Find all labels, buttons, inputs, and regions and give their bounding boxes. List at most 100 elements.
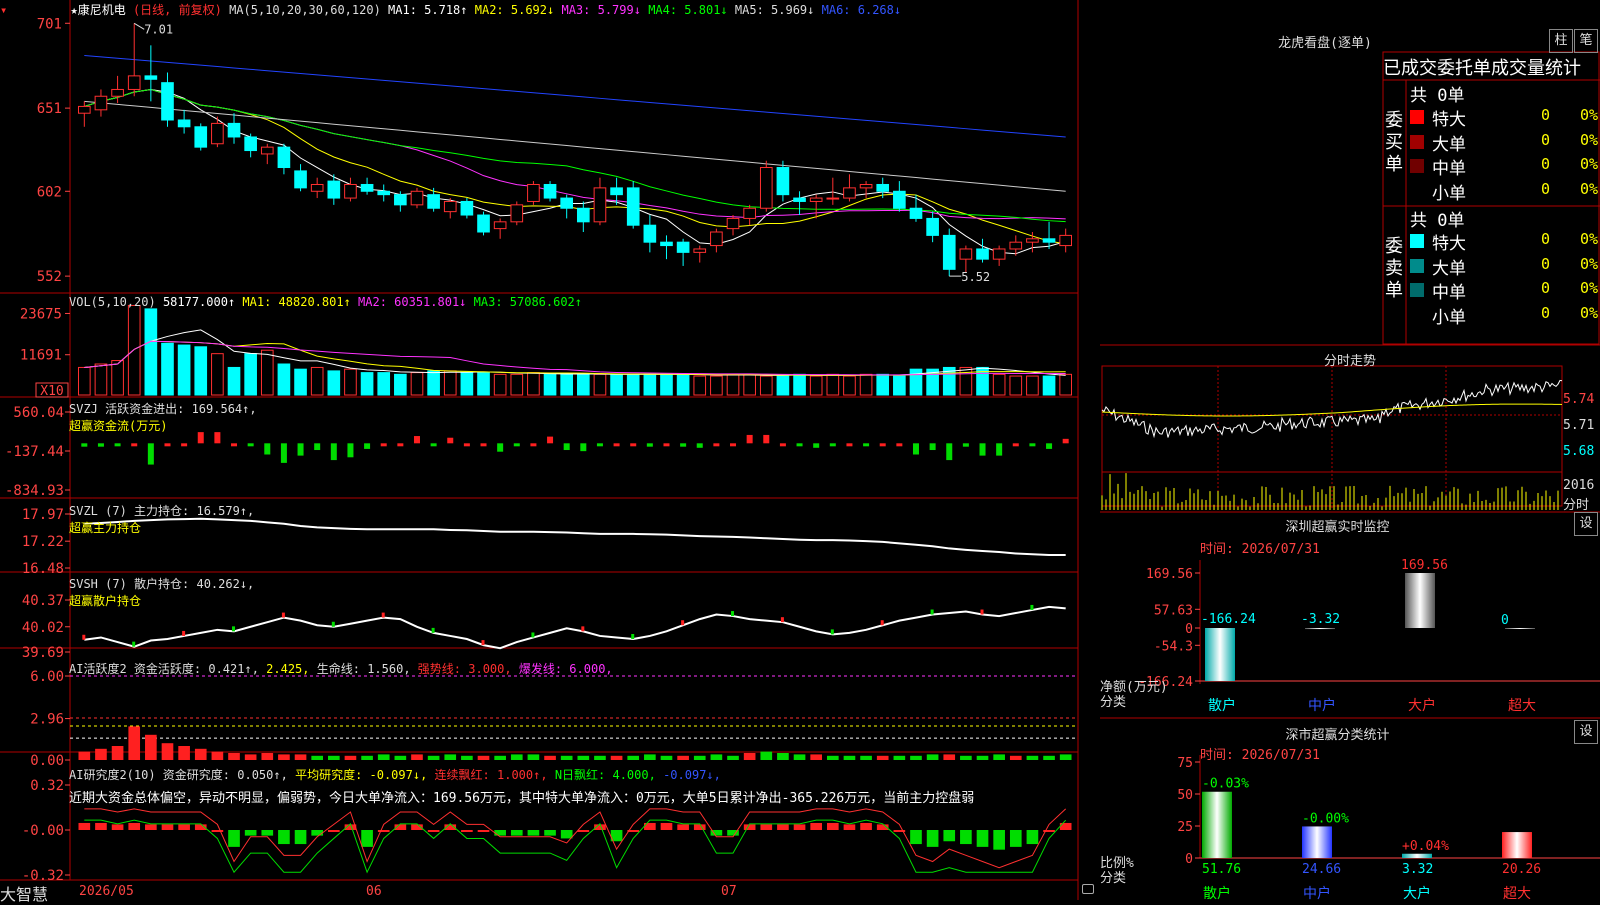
- sz-axis-label: -54.3: [1154, 639, 1193, 654]
- candle: [360, 183, 374, 192]
- stock-name[interactable]: ★康尼机电: [70, 3, 125, 17]
- tick-view-button[interactable]: 笔: [1574, 29, 1598, 53]
- candle: [926, 217, 939, 236]
- ai1-burst: 爆发线: 6.000,: [518, 662, 613, 676]
- ai2-title: AI研究度2(10) 资金研究度: 0.050↑,: [69, 768, 288, 782]
- sell-row-pct: 0%: [1579, 230, 1598, 248]
- volume-bar: [626, 373, 640, 396]
- ai2-avg: 平均研究度: -0.097↓,: [295, 768, 428, 782]
- price-axis-label: 701: [37, 16, 62, 32]
- candle: [394, 194, 407, 206]
- volume-bar: [260, 349, 274, 396]
- svzl-axis-label: 16.48: [22, 561, 64, 577]
- svzj-title: SVZJ 活跃资金进出: 169.564↑,: [69, 402, 257, 416]
- svsh-axis-label: 39.69: [22, 645, 64, 661]
- buy-row-swatch: [1410, 110, 1424, 124]
- activity-bar: [727, 755, 739, 760]
- buy-row-pct: 0%: [1579, 130, 1598, 149]
- svzl-axis-label: 17.97: [22, 507, 64, 523]
- fund-flow-bar: [680, 443, 687, 447]
- retail-tick-mark: [880, 620, 884, 626]
- activity-bar: [577, 755, 590, 760]
- tab-volume[interactable]: 成交量: [1491, 58, 1545, 79]
- activity-bar: [427, 755, 440, 760]
- buy-total: 共 0单: [1410, 86, 1465, 106]
- fund-flow-bar: [646, 443, 653, 447]
- buy-row-name: 中单: [1432, 159, 1466, 179]
- sell-row-count: 0: [1540, 303, 1550, 322]
- cls-date: 时间: 2026/07/31: [1200, 748, 1320, 763]
- candle: [809, 197, 823, 202]
- activity-bar: [793, 754, 806, 760]
- research-bar: [993, 830, 1005, 850]
- activity-bar: [743, 753, 756, 760]
- research-bar: [244, 830, 257, 836]
- candle: [277, 146, 291, 169]
- activity-bar: [228, 753, 240, 760]
- activity-bar: [560, 755, 573, 760]
- fund-flow-bar: [147, 443, 154, 465]
- ai1-axis-label: 0.00: [30, 753, 64, 769]
- retail-tick-mark: [531, 632, 535, 638]
- candle: [743, 207, 756, 219]
- retail-tick-mark: [82, 634, 86, 640]
- sz-settings-button[interactable]: 设: [1574, 512, 1598, 536]
- vol-axis-label: 23675: [20, 306, 62, 322]
- activity-bar: [660, 755, 673, 760]
- fund-flow-bar: [713, 443, 720, 447]
- svsh-axis-label: 40.37: [22, 593, 64, 609]
- sz-category-label: 中户: [1308, 697, 1336, 714]
- intraday-axis-low: 5.68: [1563, 444, 1595, 459]
- sz-value-label: -3.32: [1301, 612, 1340, 627]
- fund-flow-bar: [97, 443, 104, 447]
- candle: [410, 190, 424, 206]
- main-header: ▾ ★康尼机电 (日线, 前复权) MA(5,10,20,30,60,120) …: [0, 1, 901, 18]
- candle: [942, 234, 956, 270]
- research-bar: [793, 824, 806, 830]
- candle: [826, 197, 840, 200]
- candle: [161, 82, 174, 121]
- volume-bar: [1059, 373, 1073, 396]
- fund-flow-bar: [497, 443, 504, 452]
- menu-marker-icon[interactable]: ▾: [0, 3, 7, 17]
- volume-bar: [227, 366, 241, 396]
- research-bar: [910, 830, 922, 845]
- fund-flow-bar: [447, 437, 454, 444]
- fund-flow-bar: [131, 443, 138, 447]
- candle: [1042, 238, 1056, 243]
- lock-icon[interactable]: [1082, 884, 1094, 894]
- volume-bar: [543, 373, 557, 396]
- research-bar: [743, 824, 756, 830]
- fund-flow-bar: [247, 443, 254, 447]
- buy-row-pct: 0%: [1579, 179, 1598, 198]
- research-bar: [826, 822, 839, 830]
- research-bar: [577, 830, 590, 832]
- research-bar: [128, 822, 141, 830]
- candle: [893, 190, 906, 209]
- main-chart-area[interactable]: 701 651 602 552 7.01 5.52 23675 11691 X10 560.04 -…: [0, 0, 1100, 900]
- column-view-button[interactable]: 柱: [1549, 29, 1573, 53]
- tab-stats[interactable]: 统计: [1545, 58, 1581, 79]
- svzj-axis-label: 560.04: [13, 405, 64, 421]
- activity-bar: [411, 754, 423, 760]
- activity-bar: [78, 751, 91, 760]
- activity-bar: [610, 755, 623, 760]
- cls-category-label: 中户: [1303, 885, 1331, 900]
- activity-bar: [377, 754, 390, 760]
- cls-settings-button[interactable]: 设: [1574, 720, 1598, 744]
- cls-bar: [1302, 826, 1332, 858]
- candle: [94, 95, 108, 111]
- sell-row-pct: 0%: [1579, 254, 1598, 273]
- period-mode[interactable]: (日线, 前复权): [133, 3, 222, 17]
- fund-flow-bar: [1029, 443, 1036, 447]
- activity-bar: [693, 755, 706, 760]
- tab-orders[interactable]: 委托单: [1437, 58, 1491, 79]
- fund-flow-bar: [231, 443, 238, 447]
- activity-bar: [860, 755, 872, 760]
- cls-category-label: 大户: [1403, 885, 1431, 900]
- candle: [510, 204, 524, 223]
- tab-filled[interactable]: 已成交: [1383, 58, 1437, 79]
- research-bar: [960, 830, 972, 845]
- activity-bar: [444, 754, 457, 760]
- activity-bar: [594, 755, 606, 760]
